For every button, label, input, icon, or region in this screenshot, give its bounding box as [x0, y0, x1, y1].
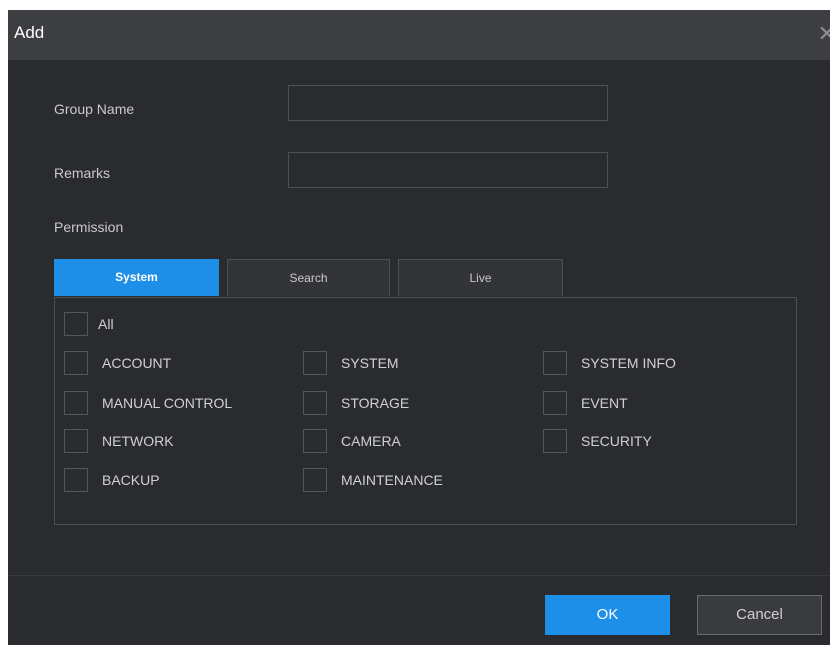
- checkbox-account[interactable]: [64, 351, 88, 375]
- remarks-label: Remarks: [54, 165, 111, 181]
- checkbox-network[interactable]: [64, 429, 88, 453]
- permission-security-label: SECURITY: [581, 433, 652, 449]
- permission-account[interactable]: ACCOUNT: [64, 350, 171, 376]
- permission-event-label: EVENT: [581, 395, 628, 411]
- remarks-input[interactable]: [288, 152, 608, 188]
- permission-storage[interactable]: STORAGE: [303, 390, 409, 416]
- permission-camera[interactable]: CAMERA: [303, 428, 401, 454]
- permission-manual-control-label: MANUAL CONTROL: [102, 395, 233, 411]
- group-name-input[interactable]: [288, 85, 608, 121]
- tab-search[interactable]: Search: [227, 259, 390, 296]
- permission-storage-label: STORAGE: [341, 395, 410, 411]
- permission-backup-label: BACKUP: [102, 472, 160, 488]
- group-name-label: Group Name: [54, 101, 135, 117]
- permission-manual-control[interactable]: MANUAL CONTROL: [64, 390, 232, 416]
- permission-label: Permission: [54, 219, 124, 235]
- permission-event[interactable]: EVENT: [543, 390, 628, 416]
- permission-maintenance[interactable]: MAINTENANCE: [303, 467, 443, 493]
- checkbox-storage[interactable]: [303, 391, 327, 415]
- permission-all[interactable]: All: [64, 311, 114, 337]
- ok-button[interactable]: OK: [545, 595, 670, 635]
- permission-system-info[interactable]: SYSTEM INFO: [543, 350, 676, 376]
- checkbox-security[interactable]: [543, 429, 567, 453]
- dialog-titlebar: Add ✕: [8, 10, 830, 60]
- checkbox-maintenance[interactable]: [303, 468, 327, 492]
- permission-network[interactable]: NETWORK: [64, 428, 174, 454]
- checkbox-event[interactable]: [543, 391, 567, 415]
- tab-live[interactable]: Live: [398, 259, 563, 296]
- permission-backup[interactable]: BACKUP: [64, 467, 160, 493]
- dialog-title: Add: [14, 23, 45, 42]
- permission-network-label: NETWORK: [102, 433, 174, 449]
- checkbox-camera[interactable]: [303, 429, 327, 453]
- add-group-dialog: Add ✕ Group Name Remarks Permission Syst…: [8, 10, 830, 645]
- cancel-button[interactable]: Cancel: [697, 595, 822, 635]
- checkbox-system-info[interactable]: [543, 351, 567, 375]
- footer-divider: [8, 575, 830, 576]
- permission-security[interactable]: SECURITY: [543, 428, 652, 454]
- permission-maintenance-label: MAINTENANCE: [341, 472, 443, 488]
- permission-system-label: SYSTEM: [341, 355, 399, 371]
- checkbox-manual-control[interactable]: [64, 391, 88, 415]
- checkbox-all[interactable]: [64, 312, 88, 336]
- permission-account-label: ACCOUNT: [102, 355, 172, 371]
- permission-camera-label: CAMERA: [341, 433, 401, 449]
- tab-system[interactable]: System: [54, 259, 219, 296]
- checkbox-system[interactable]: [303, 351, 327, 375]
- permission-system[interactable]: SYSTEM: [303, 350, 399, 376]
- permission-all-label: All: [98, 316, 114, 332]
- close-icon[interactable]: ✕: [818, 21, 830, 47]
- permission-system-info-label: SYSTEM INFO: [581, 355, 676, 371]
- checkbox-backup[interactable]: [64, 468, 88, 492]
